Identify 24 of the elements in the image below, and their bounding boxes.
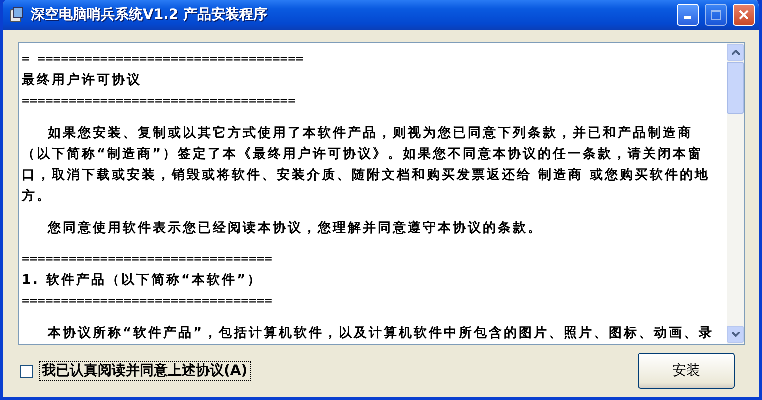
- close-icon: [739, 10, 749, 20]
- app-icon: [9, 7, 25, 23]
- scroll-down-icon[interactable]: [727, 326, 744, 343]
- minimize-button[interactable]: [677, 4, 699, 26]
- scroll-up-icon[interactable]: [727, 44, 744, 61]
- scroll-thumb[interactable]: [727, 62, 744, 114]
- divider-text: ===================================: [22, 93, 297, 111]
- agree-label: 我已认真阅读并同意上述协议(A): [39, 361, 251, 381]
- agree-checkbox[interactable]: [20, 364, 33, 378]
- maximize-button[interactable]: [705, 4, 727, 26]
- divider-text: = ==================================: [22, 51, 305, 69]
- divider-text: ================================: [22, 293, 274, 312]
- paragraph-text: 您同意使用软件表示您已经阅读本协议，您理解并同意遵守本协议的条款。: [46, 220, 544, 238]
- install-button[interactable]: 安装: [638, 353, 735, 389]
- paragraph-text: 本协议所称“软件产品”，包括计算机软件，以及计算机软件中所包含的图片、照片、图标、动画、录: [46, 324, 716, 343]
- paragraph-text: 如果您安装、复制或以其它方式使用了本软件产品，则视为您已同意下列条款，并已和产品制造商（以下简称“制造商”）签定了本《最终用户许可协议》。如果您不同意本协议的任一条款，请关闭本窗口，取消下载或安装，销毁或将软件、安装介质、随附文档和购买发票返还给 制造商 或您购买软件的地方。: [22, 124, 712, 206]
- section-heading: 最终用户许可协议: [22, 72, 143, 90]
- scrollbar[interactable]: [727, 43, 744, 344]
- divider-text: ================================: [22, 251, 274, 270]
- section-heading: 1. 软件产品（以下简称“本软件”）: [22, 272, 264, 290]
- license-text-box[interactable]: [18, 42, 745, 345]
- close-button[interactable]: [733, 4, 755, 26]
- maximize-icon: [711, 10, 721, 20]
- window-title: 深空电脑哨兵系统V1.2 产品安装程序: [31, 6, 269, 24]
